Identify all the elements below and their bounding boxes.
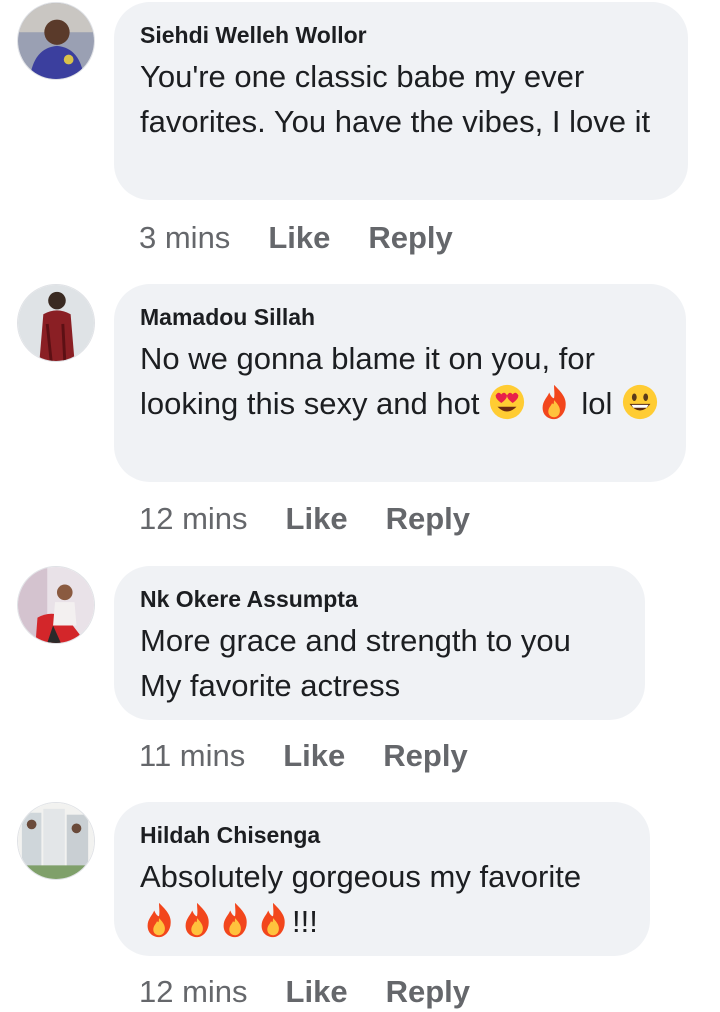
- comment-text-part: Absolutely gorgeous my favorite: [140, 859, 582, 894]
- like-button[interactable]: Like: [286, 974, 348, 1009]
- reply-button[interactable]: Reply: [386, 974, 470, 1009]
- comment-text-suffix: !!!: [292, 904, 318, 939]
- comment-text: Absolutely gorgeous my favorite !!!: [140, 854, 624, 944]
- comment-bubble: Siehdi Welleh Wollor You're one classic …: [114, 2, 688, 200]
- avatar-photo: [18, 567, 94, 643]
- fire-emoji: [216, 901, 254, 939]
- reply-button[interactable]: Reply: [386, 501, 470, 536]
- avatar[interactable]: [17, 284, 95, 362]
- comment-time[interactable]: 11 mins: [139, 738, 245, 773]
- fire-emoji: [178, 901, 216, 939]
- avatar-photo: [18, 803, 94, 879]
- comment-author[interactable]: Mamadou Sillah: [140, 302, 660, 332]
- reply-button[interactable]: Reply: [368, 220, 452, 255]
- avatar-photo: [18, 3, 94, 79]
- fire-emoji: [140, 901, 178, 939]
- fire-emoji: [535, 383, 573, 421]
- comment-bubble: Hildah Chisenga Absolutely gorgeous my f…: [114, 802, 650, 956]
- comment-text: More grace and strength to you My favori…: [140, 623, 571, 703]
- comment-text-part: lol: [581, 386, 613, 421]
- reply-button[interactable]: Reply: [383, 738, 467, 773]
- comment-time[interactable]: 12 mins: [139, 974, 248, 1009]
- comment-text: You're one classic babe my ever favorite…: [140, 59, 651, 139]
- comment-actions: 3 mins Like Reply: [139, 218, 453, 258]
- comment-actions: 12 mins Like Reply: [139, 972, 470, 1012]
- comment-bubble: Mamadou Sillah No we gonna blame it on y…: [114, 284, 686, 482]
- comment-text-part: No we gonna blame it on you, for looking…: [140, 341, 595, 421]
- comment-bubble: Nk Okere Assumpta More grace and strengt…: [114, 566, 645, 720]
- avatar[interactable]: [17, 802, 95, 880]
- heart-eyes-emoji: [488, 383, 526, 421]
- avatar-photo: [18, 285, 94, 361]
- comment-text: No we gonna blame it on you, for looking…: [140, 336, 660, 426]
- avatar[interactable]: [17, 2, 95, 80]
- comment-actions: 12 mins Like Reply: [139, 499, 470, 539]
- like-button[interactable]: Like: [286, 501, 348, 536]
- comment-author[interactable]: Hildah Chisenga: [140, 820, 624, 850]
- comment-author[interactable]: Nk Okere Assumpta: [140, 584, 619, 614]
- fire-emoji: [254, 901, 292, 939]
- comment-author[interactable]: Siehdi Welleh Wollor: [140, 20, 662, 50]
- avatar[interactable]: [17, 566, 95, 644]
- comment-time[interactable]: 12 mins: [139, 501, 248, 536]
- comment-time[interactable]: 3 mins: [139, 220, 230, 255]
- grinning-emoji: [621, 383, 659, 421]
- like-button[interactable]: Like: [268, 220, 330, 255]
- like-button[interactable]: Like: [283, 738, 345, 773]
- comment-actions: 11 mins Like Reply: [139, 736, 468, 776]
